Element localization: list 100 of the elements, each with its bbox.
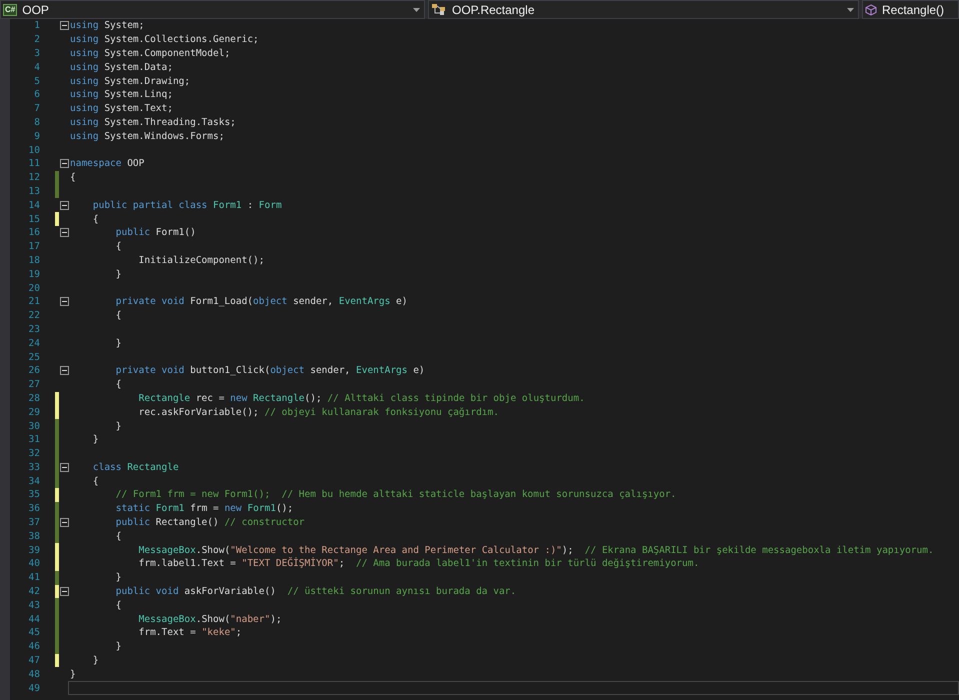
collapse-icon[interactable] [60,366,69,376]
line-number: 13 [28,186,40,197]
code-line: { [70,172,76,184]
collapse-icon[interactable] [60,228,69,238]
line-number: 27 [28,379,40,390]
code-line: using System.Drawing; [70,76,190,87]
line-number: 31 [28,434,40,446]
line-number: 3 [33,48,40,59]
collapse-icon[interactable] [60,21,69,30]
code-line: { [114,600,122,611]
member-dropdown[interactable]: Rectangle() [862,0,959,19]
code-line: class Rectangle [92,462,179,473]
line-number: 45 [28,627,40,638]
caret-icon [413,8,420,12]
code-line: private void Form1_Load(object sender, EventArgs e) [114,296,408,308]
cube-icon [865,4,877,16]
line-number: 9 [33,130,40,142]
code-line: using System; [70,20,144,32]
line-number: 28 [28,392,40,404]
code-line: public Rectangle() // constructor [114,517,305,528]
line-number: 35 [28,489,40,500]
line-number: 29 [28,406,40,418]
code-line: { [92,214,99,225]
line-number: 46 [28,641,40,652]
line-number: 22 [28,310,40,322]
code-line: rec.askForVariable(); // objeyi kullanarak fonksiyonu çağırdım. [138,406,499,418]
line-number: 15 [28,214,40,225]
code-line: frm.label1.Text = "TEXT DEĞİŞMİYOR"; // Ama burada label1'in textinin bir türlü değiştiremiyorum. [138,558,700,570]
code-line: using System.Data; [70,62,173,73]
line-number: 34 [28,476,40,487]
project-dropdown[interactable]: C# OOP [0,0,425,19]
code-line: using System.Collections.Generic; [70,34,259,46]
line-number: 1 [33,20,40,32]
code-line: } [114,641,122,652]
line-number: 12 [28,172,40,184]
code-line: } [114,338,122,349]
code-line: MessageBox.Show("naber"); [138,614,282,625]
line-number: 43 [28,600,40,611]
line-number: 5 [33,76,40,87]
code-line: using System.Text; [70,103,173,114]
code-line: static Form1 frm = new Form1(); [114,503,294,514]
line-number: 2 [33,34,40,46]
code-line: { [114,530,122,542]
type-dropdown[interactable]: OOP.Rectangle [428,0,859,19]
code-line: } [70,668,76,680]
code-line: using System.Threading.Tasks; [70,116,236,128]
code-line: } [114,268,122,280]
line-number: 47 [28,655,40,666]
line-number: 30 [28,420,40,432]
line-number: 25 [28,352,40,363]
collapse-icon[interactable] [60,200,69,210]
code-line: { [114,379,122,390]
line-number: 36 [28,503,40,514]
class-icon [431,3,447,16]
code-line: using System.ComponentModel; [70,48,230,59]
line-number: 4 [33,62,40,73]
collapse-icon[interactable] [60,297,69,306]
line-number: 10 [28,144,40,156]
line-number: 17 [28,241,40,252]
line-number: 16 [28,227,40,238]
code-line: } [92,434,99,446]
collapse-icon[interactable] [60,518,69,528]
line-number: 33 [28,462,40,473]
code-line: MessageBox.Show("Welcome to the Rectange Area and Perimeter Calculator :)"); // Ekrana BAŞARILI bir şekilde messageboxla iletim yapıyorum. [138,544,934,556]
line-number: 39 [28,544,40,556]
code-line: InitializeComponent(); [138,254,264,266]
line-number: 40 [28,558,40,570]
code-line: { [92,476,99,487]
line-number: 23 [28,324,40,335]
line-number: 7 [33,103,40,114]
line-number: 18 [28,254,40,266]
code-line: // Form1 frm = new Form1(); // Hem bu hemde alttaki staticle başlayan komut sorunsuzca çalışıyor. [114,489,676,500]
line-number: 48 [28,668,40,680]
line-number: 38 [28,530,40,542]
code-line: { [114,310,122,322]
collapse-icon[interactable] [60,462,69,472]
code-line: private void button1_Click(object sender, EventArgs e) [114,365,425,376]
line-number: 26 [28,365,40,376]
collapse-icon[interactable] [60,587,69,596]
csharp-project-icon: C# [3,4,18,16]
code-line: using System.Windows.Forms; [70,130,224,142]
line-number: 21 [28,296,40,308]
line-number: 20 [28,282,40,294]
line-number: 42 [28,586,40,598]
line-number: 14 [28,200,40,211]
code-line: using System.Linq; [70,89,173,100]
collapse-icon[interactable] [60,159,69,168]
line-number: 11 [28,158,40,170]
line-number: 8 [33,116,40,128]
line-number: 19 [28,268,40,280]
line-number: 6 [33,89,40,100]
code-line: namespace OOP [70,158,144,170]
code-line: frm.Text = "keke"; [138,627,242,638]
code-line: } [114,572,122,584]
line-number: 44 [28,614,40,625]
line-number: 32 [28,448,40,460]
line-number: 41 [28,572,40,584]
code-line: } [114,420,122,432]
code-line: { [114,241,122,252]
caret-icon [847,8,854,12]
